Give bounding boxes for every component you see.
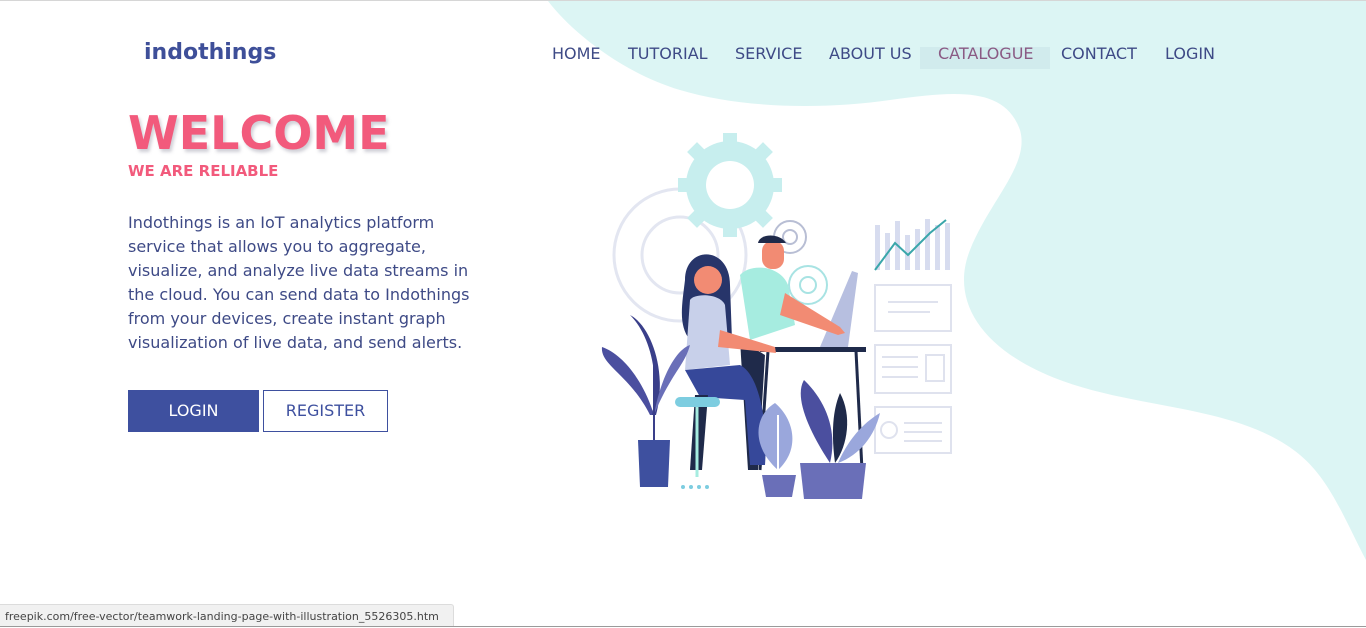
nav-item-login[interactable]: LOGIN [1165, 44, 1215, 63]
hero-title: WELCOME [128, 106, 390, 160]
document-icon [874, 284, 952, 454]
line-chart-icon [874, 219, 950, 271]
plant-icon [758, 403, 796, 497]
desk [760, 347, 866, 352]
gear-icon [788, 265, 828, 305]
decorative-dots [681, 485, 709, 489]
nav-item-home[interactable]: HOME [552, 44, 601, 63]
plant-icon [800, 380, 880, 499]
hero-description: Indothings is an IoT analytics platform … [128, 213, 470, 352]
login-button[interactable]: LOGIN [128, 390, 259, 432]
browser-status-bar: freepik.com/free-vector/teamwork-landing… [0, 604, 454, 627]
brand-logo[interactable]: indothings [144, 40, 276, 65]
nav-item-catalogue[interactable]: CATALOGUE [938, 44, 1034, 63]
hero-tagline: WE ARE RELIABLE [128, 162, 279, 180]
gear-icon [678, 133, 782, 237]
register-button[interactable]: REGISTER [263, 390, 388, 432]
nav-item-service[interactable]: SERVICE [735, 44, 802, 63]
nav-item-tutorial[interactable]: TUTORIAL [628, 44, 708, 63]
laptop [820, 271, 858, 347]
teamwork-illustration [601, 133, 952, 499]
nav-item-about-us[interactable]: ABOUT US [829, 44, 912, 63]
nav-item-contact[interactable]: CONTACT [1061, 44, 1137, 63]
chair-seat [675, 397, 720, 407]
